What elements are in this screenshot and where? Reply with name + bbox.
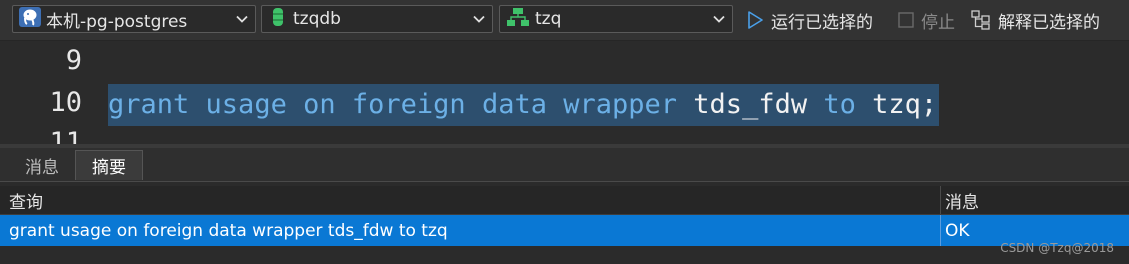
sql-keyword: grant [108, 89, 190, 120]
sql-keyword: wrapper [563, 89, 678, 120]
column-header-message[interactable]: 消息 [940, 186, 979, 214]
sql-identifier: tzq; [872, 89, 938, 120]
sql-keyword: on [303, 89, 336, 120]
play-icon [748, 11, 763, 29]
explain-selected-button[interactable]: 解释已选择的 [970, 6, 1100, 34]
run-selected-button[interactable]: 运行已选择的 [745, 6, 873, 34]
connection-select[interactable]: 本机-pg-postgres [12, 5, 256, 33]
line-number: 10 [49, 87, 82, 118]
schema-icon [505, 6, 531, 33]
schema-label: tzq [535, 9, 562, 29]
stop-label: 停止 [921, 12, 955, 33]
connection-label: 本机-pg-postgres [46, 11, 188, 32]
chevron-down-icon [236, 15, 248, 23]
database-select[interactable]: tzqdb [261, 5, 493, 33]
watermark: CSDN @Tzq@2018 [1000, 241, 1114, 255]
stop-button[interactable]: 停止 [897, 6, 955, 34]
database-label: tzqdb [293, 9, 341, 29]
summary-grid: 查询 消息 grant usage on foreign data wrappe… [0, 186, 1129, 264]
sql-keyword: foreign [351, 89, 466, 120]
database-icon [267, 6, 289, 33]
sql-identifier: tds_fdw [693, 89, 808, 120]
postgres-elephant-icon [18, 6, 42, 33]
sql-editor[interactable]: 9 10 11 grant usage on foreign data wrap… [0, 41, 1129, 144]
grid-header: 查询 消息 [0, 186, 1129, 215]
line-number: 9 [65, 45, 82, 76]
sql-keyword: usage [205, 89, 287, 120]
explain-selected-label: 解释已选择的 [998, 12, 1100, 33]
cell-query: grant usage on foreign data wrapper tds_… [9, 220, 448, 241]
chevron-down-icon [713, 15, 725, 23]
schema-select[interactable]: tzq [499, 5, 733, 33]
explain-icon [971, 10, 990, 30]
sql-keyword: data [481, 89, 547, 120]
cell-message: OK [945, 220, 970, 241]
code-line-selected[interactable]: grant usage on foreign data wrapper tds_… [108, 84, 940, 126]
tab-messages[interactable]: 消息 [12, 150, 72, 180]
result-tabs: 消息 摘要 [0, 148, 1129, 182]
sql-keyword: to [823, 89, 856, 120]
tab-summary[interactable]: 摘要 [75, 150, 143, 180]
table-row[interactable]: grant usage on foreign data wrapper tds_… [0, 215, 1129, 246]
toolbar: 本机-pg-postgres tzqdb tzq 运行已选择的 停止 解释已选择… [0, 0, 1129, 41]
run-selected-label: 运行已选择的 [771, 12, 873, 33]
chevron-down-icon [473, 15, 485, 23]
column-header-query[interactable]: 查询 [4, 186, 43, 214]
line-number: 11 [49, 127, 82, 144]
stop-icon [898, 12, 914, 28]
